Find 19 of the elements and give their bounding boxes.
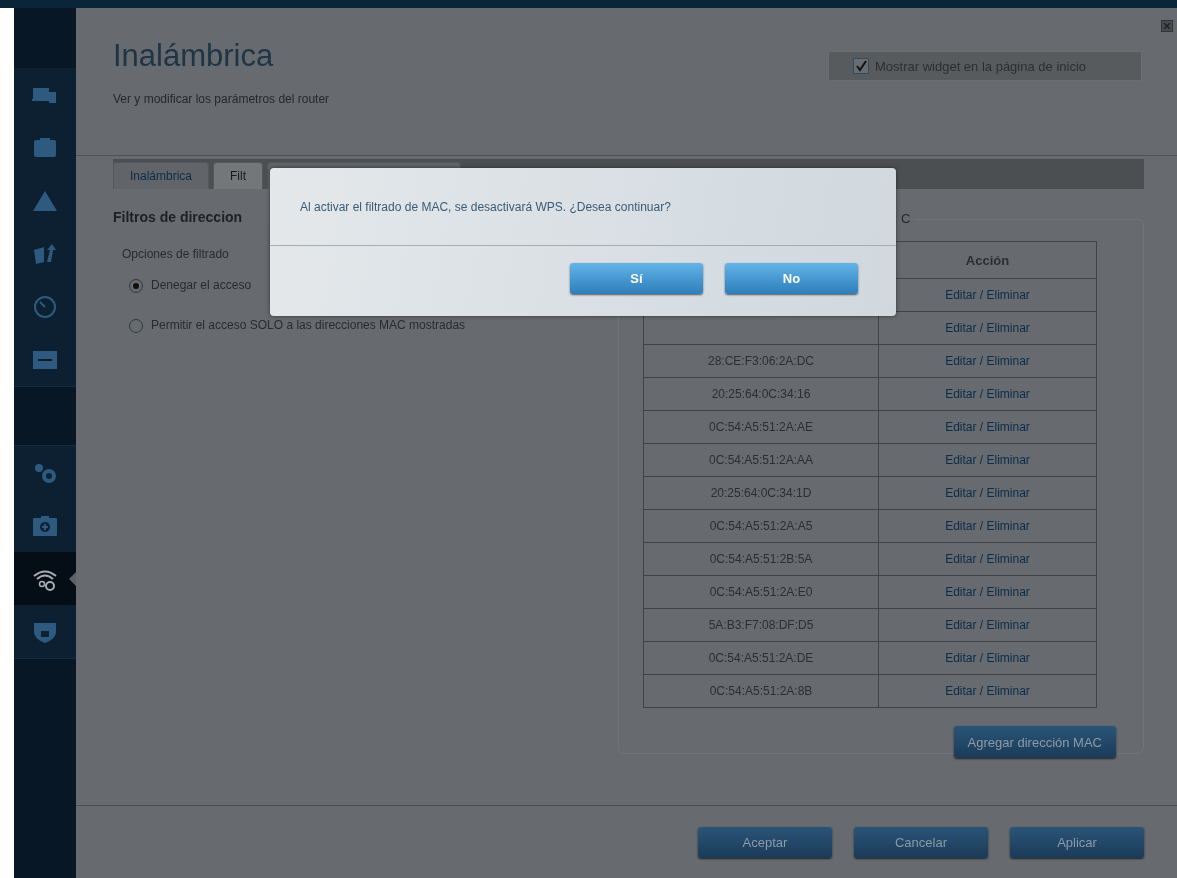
dialog-message: Al activar el filtrado de MAC, se desactivará WPS. ¿Desea continuar? xyxy=(270,168,896,246)
table-cell: 5A:B3:F7:08:DF:D5 xyxy=(643,608,879,642)
radio-label: Denegar el acceso xyxy=(151,279,252,293)
table-cell: 20:25:64:0C:34:16 xyxy=(643,377,879,411)
page-title: Inalámbrica xyxy=(113,38,275,74)
page-subtitle: Ver y modificar los parámetros del router xyxy=(113,92,330,106)
table-cell: 0C:54:A5:51:2A:8B xyxy=(643,674,879,708)
table-cell: 0C:54:A5:51:2B:5A xyxy=(643,542,879,576)
table-cell: 20:25:64:0C:34:1D xyxy=(643,476,879,510)
options-label: Opciones de filtrado xyxy=(122,247,230,261)
table-cell: 0C:54:A5:51:2A:A5 xyxy=(643,509,879,543)
section-heading: Filtros de direccion xyxy=(113,209,244,225)
table-cell: 0C:54:A5:51:2A:E0 xyxy=(643,575,879,609)
fieldset-legend: C xyxy=(895,211,917,226)
table-cell: 28:CE:F3:06:2A:DC xyxy=(643,344,879,378)
radio-label: Permitir el acceso SOLO a las direcciones MAC mostradas xyxy=(151,319,466,333)
table-cell: 0C:54:A5:51:2A:DE xyxy=(643,641,879,675)
table-cell: 0C:54:A5:51:2A:AA xyxy=(643,443,879,477)
table-cell: 0C:54:A5:51:2A:AE xyxy=(643,410,879,444)
